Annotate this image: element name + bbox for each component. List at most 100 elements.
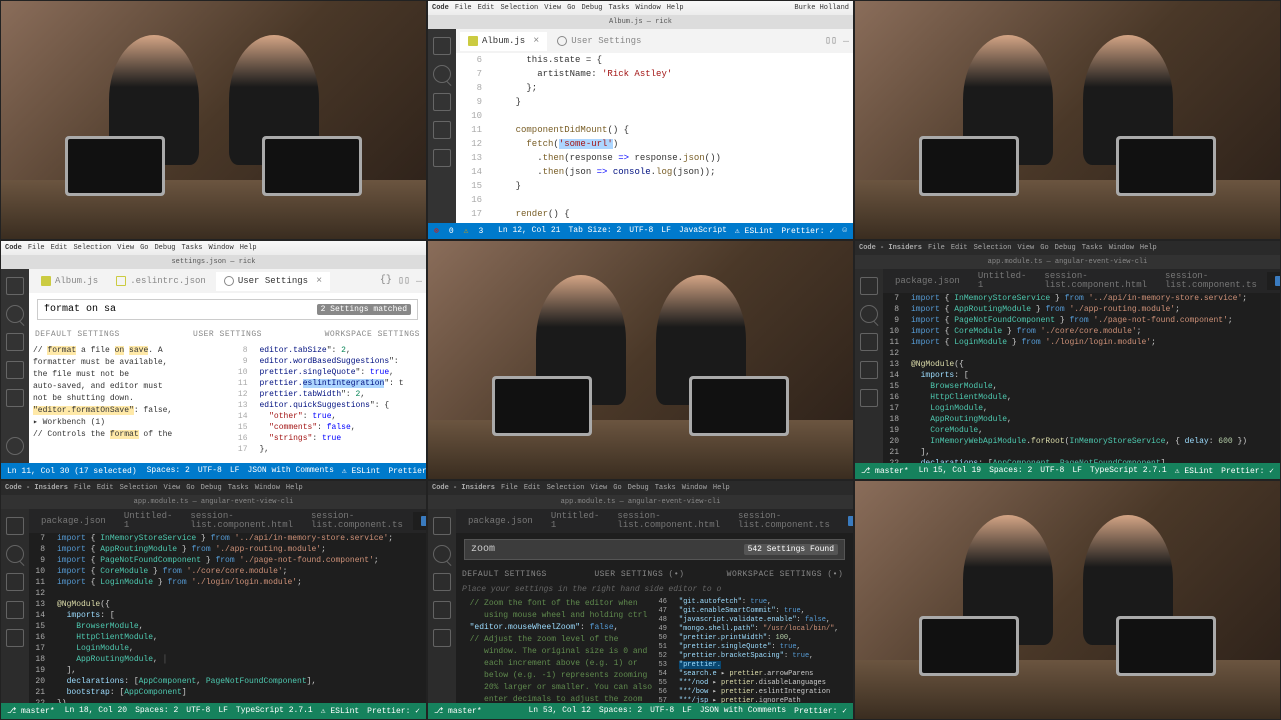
menu-item[interactable]: Help [240,244,257,252]
tab-size[interactable]: Spaces: 2 [147,466,190,476]
close-icon[interactable]: × [533,36,539,47]
menu-item[interactable]: Help [286,484,303,492]
menu-item[interactable]: Go [1040,244,1048,252]
source-control-icon[interactable] [433,573,451,591]
errors-count[interactable]: 0 [449,227,454,236]
tab[interactable]: Untitled-1 [116,509,181,534]
language-mode[interactable]: TypeScript 2.7.1 [1090,466,1167,476]
status-bar[interactable]: ⊗ 0 ⚠ 3 Ln 12, Col 21 Tab Size: 2 UTF-8 … [428,223,853,239]
eol[interactable]: LF [661,226,671,236]
tab[interactable]: session-list.component.html [1036,269,1155,294]
menu-item[interactable]: Tasks [1082,244,1103,252]
extensions-icon[interactable] [433,149,451,167]
tab[interactable]: Album.js× [460,32,547,51]
more-icon[interactable]: … [416,275,422,287]
menu-item[interactable]: Window [255,484,280,492]
code-area[interactable]: editor.tabSize": 2, editor.wordBasedSugg… [254,345,423,461]
menu-item[interactable]: Tasks [608,4,629,12]
menu-item[interactable]: Edit [51,244,68,252]
menu-item[interactable]: View [590,484,607,492]
search-icon[interactable] [433,545,451,563]
source-control-icon[interactable] [433,93,451,111]
tab-size[interactable]: Tab Size: 2 [568,226,621,236]
settings-gear-icon[interactable] [6,437,24,455]
cursor-position[interactable]: Ln 12, Col 21 [498,226,560,236]
tab-bar[interactable]: package.jsonUntitled-1session-list.compo… [456,509,853,533]
menu-item[interactable]: Debug [1055,244,1076,252]
encoding[interactable]: UTF-8 [186,706,210,716]
cursor-position[interactable]: Ln 18, Col 20 [65,706,127,716]
menu-item[interactable]: Debug [201,484,222,492]
debug-icon[interactable] [433,121,451,139]
menu-item[interactable]: Go [613,484,621,492]
mac-menubar[interactable]: CodeFileEditSelectionViewGoDebugTasksWin… [428,1,853,15]
eslint-status[interactable]: ⚠ ESLint [321,706,359,716]
tab-bar[interactable]: Album.js×User Settings ▯▯ … [456,29,853,53]
tab[interactable]: app.module.ts× [413,512,426,530]
files-icon[interactable] [6,517,24,535]
default-settings-col[interactable]: // Zoom the font of the editor when usin… [456,596,655,703]
workspace-settings-header[interactable]: WORKSPACE SETTINGS [294,326,426,343]
tab[interactable]: app.module.ts [840,512,853,530]
code-area[interactable]: this.state = { artistName: 'Rick Astley'… [488,53,853,223]
user-settings-col[interactable]: 8 9 10 11 12 13 14 15 16 17 editor.tabSi… [228,343,427,463]
menu-item[interactable]: Code [5,244,22,252]
tab[interactable]: session-list.component.ts [303,509,411,534]
encoding[interactable]: UTF-8 [1040,466,1064,476]
settings-search-input[interactable] [44,304,317,315]
eslint-status[interactable]: ⚠ ESLint [735,226,773,236]
user-settings-header[interactable]: USER SETTINGS (•) [588,566,720,583]
prettier-status[interactable]: Prettier: ✓ [367,706,420,716]
menu-item[interactable]: Window [682,484,707,492]
debug-icon[interactable] [6,601,24,619]
menu-item[interactable]: Tasks [228,484,249,492]
menu-item[interactable]: Debug [154,244,175,252]
source-control-icon[interactable] [6,333,24,351]
code-area[interactable]: import { InMemoryStoreService } from '..… [905,293,1280,463]
tab[interactable]: Untitled-1 [543,509,608,534]
menu-item[interactable]: Selection [73,244,111,252]
files-icon[interactable] [6,277,24,295]
menu-item[interactable]: Help [667,4,684,12]
branch-indicator[interactable]: ⎇ master* [861,466,909,476]
source-control-icon[interactable] [860,333,878,351]
status-bar[interactable]: ⎇ master* Ln 53, Col 12 Spaces: 2 UTF-8 … [428,703,853,719]
debug-icon[interactable] [860,361,878,379]
menu-item[interactable]: Tasks [181,244,202,252]
eol[interactable]: LF [682,706,692,716]
code-editor[interactable]: 7 8 9 10 11 12 13 14 15 16 17 18 19 20 2… [883,293,1280,463]
tab-bar[interactable]: Album.js.eslintrc.jsonUser Settings× {} … [29,269,426,293]
errors-icon[interactable]: ⊗ [434,226,439,236]
menu-item[interactable]: View [117,244,134,252]
debug-icon[interactable] [433,601,451,619]
menu-item[interactable]: Go [567,4,575,12]
default-settings-col[interactable]: // format a file on save. Aformatter mus… [29,343,228,463]
user-settings-header[interactable]: USER SETTINGS [161,326,293,343]
menu-item[interactable]: Window [1109,244,1134,252]
menu-item[interactable]: Edit [478,4,495,12]
menu-item[interactable]: Go [186,484,194,492]
menu-item[interactable]: Help [1140,244,1157,252]
menu-item[interactable]: View [163,484,180,492]
menu-item[interactable]: Selection [547,484,585,492]
status-bar[interactable]: ⎇ master* Ln 15, Col 19 Spaces: 2 UTF-8 … [855,463,1280,479]
language-mode[interactable]: JSON with Comments [700,706,786,716]
activity-bar[interactable] [1,269,29,463]
menu-item[interactable]: Tasks [655,484,676,492]
search-icon[interactable] [6,545,24,563]
menu-item[interactable]: File [28,244,45,252]
tab-size[interactable]: Spaces: 2 [989,466,1032,476]
cursor-position[interactable]: Ln 11, Col 30 (17 selected) [7,467,137,476]
eslint-status[interactable]: ⚠ ESLint [342,466,380,476]
code-area[interactable]: "git.autofetch": true, "git.enableSmartC… [673,598,851,701]
menu-item[interactable]: Code - Insiders [432,484,495,492]
open-json-icon[interactable]: {} [380,275,392,287]
menu-item[interactable]: Help [713,484,730,492]
eslint-status[interactable]: ⚠ ESLint [1175,466,1213,476]
search-icon[interactable] [860,305,878,323]
prettier-status[interactable]: Prettier: ✓ [794,706,847,716]
activity-bar[interactable] [1,509,29,703]
mac-menubar[interactable]: Code - InsidersFileEditSelectionViewGoDe… [855,241,1280,255]
menu-item[interactable]: Selection [120,484,158,492]
eol[interactable]: LF [1072,466,1082,476]
